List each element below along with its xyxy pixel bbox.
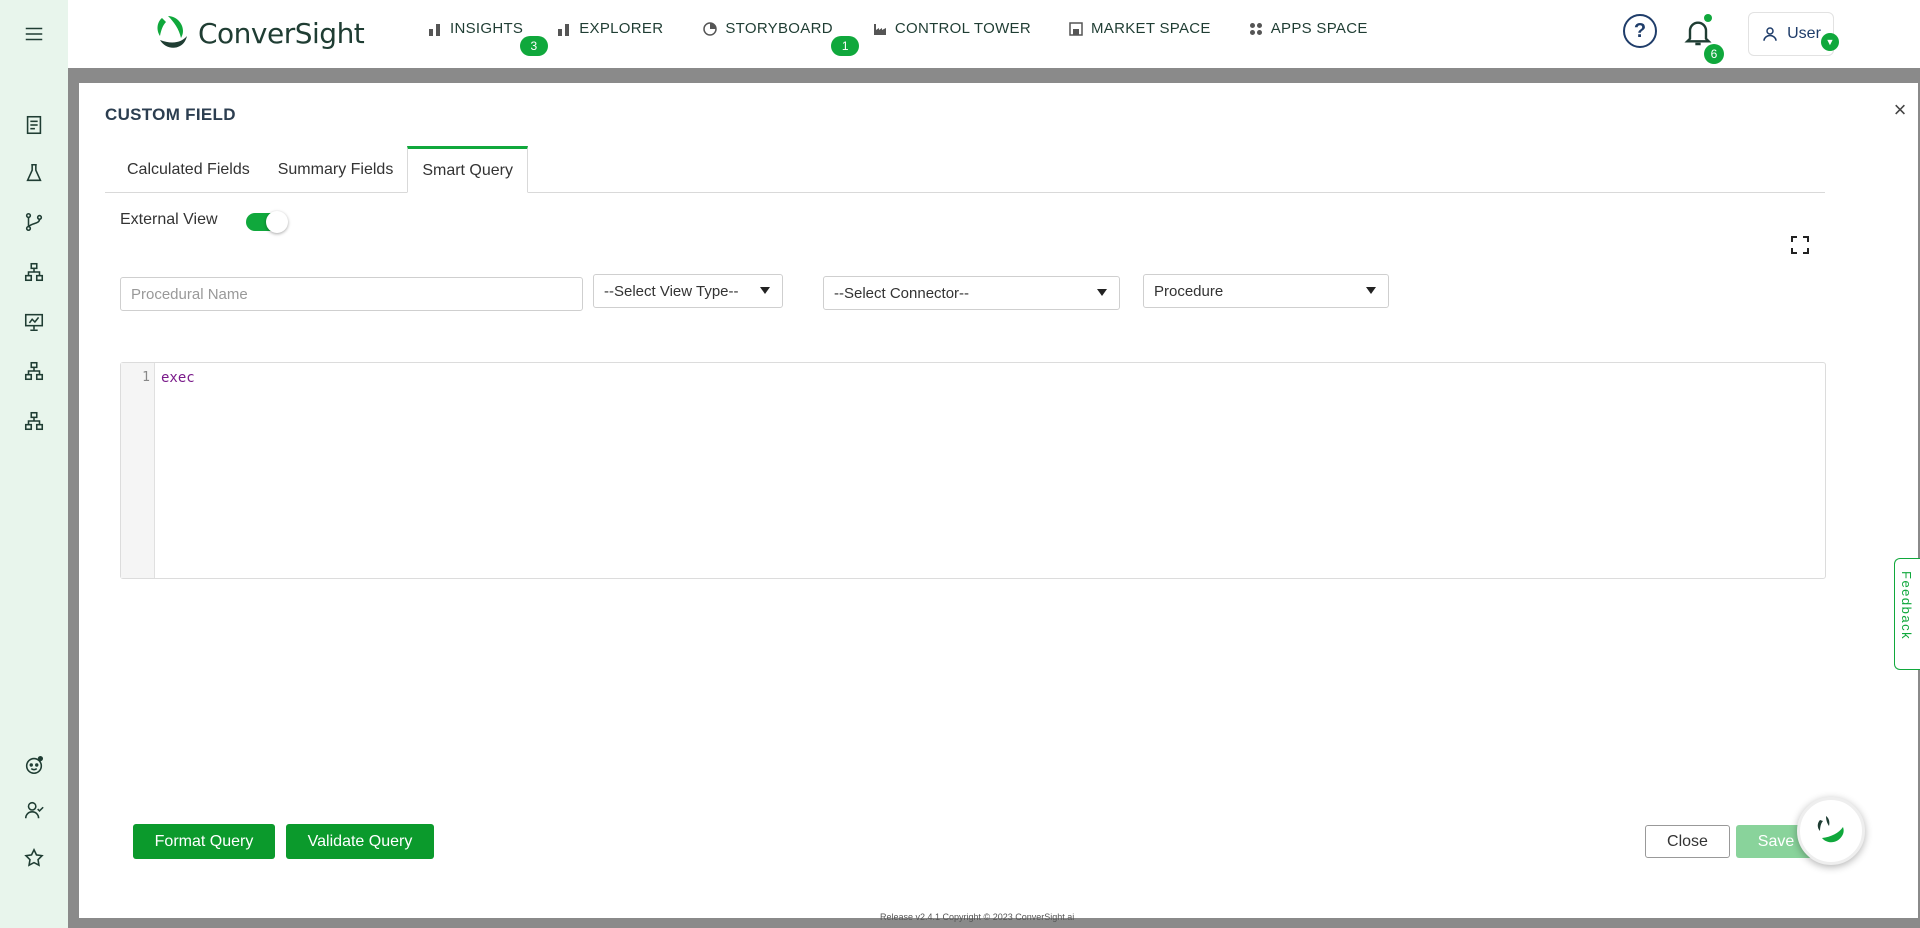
user-menu[interactable]: User ▼ (1748, 12, 1839, 56)
factory-icon (873, 23, 886, 35)
nav-control-tower[interactable]: CONTROL TOWER (873, 20, 1031, 37)
tab-bar: Calculated Fields Summary Fields Smart Q… (105, 146, 1825, 193)
notification-count: 6 (1704, 44, 1724, 64)
custom-field-modal: CUSTOM FIELD × Calculated Fields Summary… (79, 83, 1918, 918)
nav-label: INSIGHTS (450, 20, 524, 37)
chatbot-launcher[interactable] (1797, 797, 1865, 865)
select-value: --Select View Type-- (604, 282, 739, 300)
user-icon (1763, 27, 1777, 41)
store-icon (1069, 21, 1083, 36)
nav-explorer[interactable]: EXPLORER (557, 20, 663, 37)
star-icon[interactable] (18, 842, 50, 874)
tab-calculated-fields[interactable]: Calculated Fields (113, 146, 264, 193)
apps-icon (1249, 22, 1262, 35)
query-editor[interactable]: 1 exec (120, 362, 1826, 579)
modal-title: CUSTOM FIELD (105, 105, 236, 124)
notifications-button[interactable]: 6 (1682, 14, 1724, 64)
users-icon[interactable] (18, 794, 50, 826)
nav-label: EXPLORER (579, 20, 664, 37)
brand-name: ConverSight (198, 16, 365, 50)
storyboard-badge: 1 (831, 36, 860, 56)
fullscreen-icon[interactable] (1790, 235, 1810, 255)
nav-label: CONTROL TOWER (894, 20, 1031, 37)
hierarchy-icon[interactable] (18, 405, 50, 437)
git-branch-icon[interactable] (18, 206, 50, 238)
chevron-down-icon (760, 287, 770, 294)
nav-label: MARKET SPACE (1090, 20, 1211, 37)
top-bar: ConverSight INSIGHTS 3 EXPLORER STORYBOA… (68, 0, 1920, 68)
chevron-down-icon (1366, 287, 1376, 294)
notification-dot (1704, 14, 1712, 22)
select-value: --Select Connector-- (834, 284, 970, 302)
tab-smart-query[interactable]: Smart Query (407, 146, 528, 193)
chevron-down-icon[interactable]: ▼ (1821, 33, 1839, 51)
user-label: User (1787, 25, 1821, 42)
format-query-button[interactable]: Format Query (133, 824, 275, 859)
editor-gutter: 1 (121, 363, 155, 578)
help-icon[interactable]: ? (1623, 14, 1657, 48)
procedure-select[interactable]: Procedure (1143, 274, 1389, 308)
procedural-name-input[interactable]: Procedural Name (120, 277, 583, 311)
view-type-select[interactable]: --Select View Type-- (593, 274, 783, 308)
hierarchy-icon[interactable] (18, 355, 50, 387)
conversight-logo-icon (152, 14, 190, 52)
main-nav: INSIGHTS 3 EXPLORER STORYBOARD 1 CONTROL… (428, 20, 1406, 56)
close-button[interactable]: Close (1645, 825, 1730, 858)
report-icon[interactable] (18, 109, 50, 141)
nav-apps-space[interactable]: APPS SPACE (1249, 20, 1368, 37)
bar-chart-icon (558, 23, 570, 36)
nav-market-space[interactable]: MARKET SPACE (1069, 20, 1211, 37)
close-icon[interactable]: × (1886, 97, 1914, 125)
code-text[interactable]: exec (161, 370, 195, 386)
toggle-knob (266, 211, 288, 233)
external-view-label: External View (120, 211, 218, 228)
presentation-icon[interactable] (18, 306, 50, 338)
validate-query-button[interactable]: Validate Query (286, 824, 434, 859)
left-rail (0, 0, 68, 928)
footer-text: Release v2.4.1 Copyright © 2023 ConverSi… (880, 912, 1075, 922)
menu-icon[interactable] (18, 18, 50, 50)
nav-label: APPS SPACE (1270, 20, 1368, 37)
nav-label: STORYBOARD (725, 20, 833, 37)
conversight-bot-icon (1817, 816, 1844, 843)
nav-storyboard[interactable]: STORYBOARD 1 (703, 20, 860, 56)
line-number: 1 (142, 370, 150, 385)
external-view-toggle[interactable] (246, 211, 288, 233)
chevron-down-icon (1097, 289, 1107, 296)
connector-select[interactable]: --Select Connector-- (823, 276, 1120, 310)
hierarchy-icon[interactable] (18, 256, 50, 288)
feedback-tab[interactable]: Feedback (1894, 558, 1920, 670)
assistant-icon[interactable] (18, 749, 50, 781)
tab-summary-fields[interactable]: Summary Fields (264, 146, 408, 193)
logo[interactable]: ConverSight (152, 14, 365, 52)
select-value: Procedure (1154, 282, 1224, 300)
bar-chart-icon (429, 23, 440, 36)
insights-badge: 3 (520, 36, 548, 56)
feedback-label: Feedback (1899, 571, 1914, 641)
pie-icon (703, 21, 718, 36)
nav-insights[interactable]: INSIGHTS 3 (428, 20, 548, 56)
flask-icon[interactable] (18, 157, 50, 189)
